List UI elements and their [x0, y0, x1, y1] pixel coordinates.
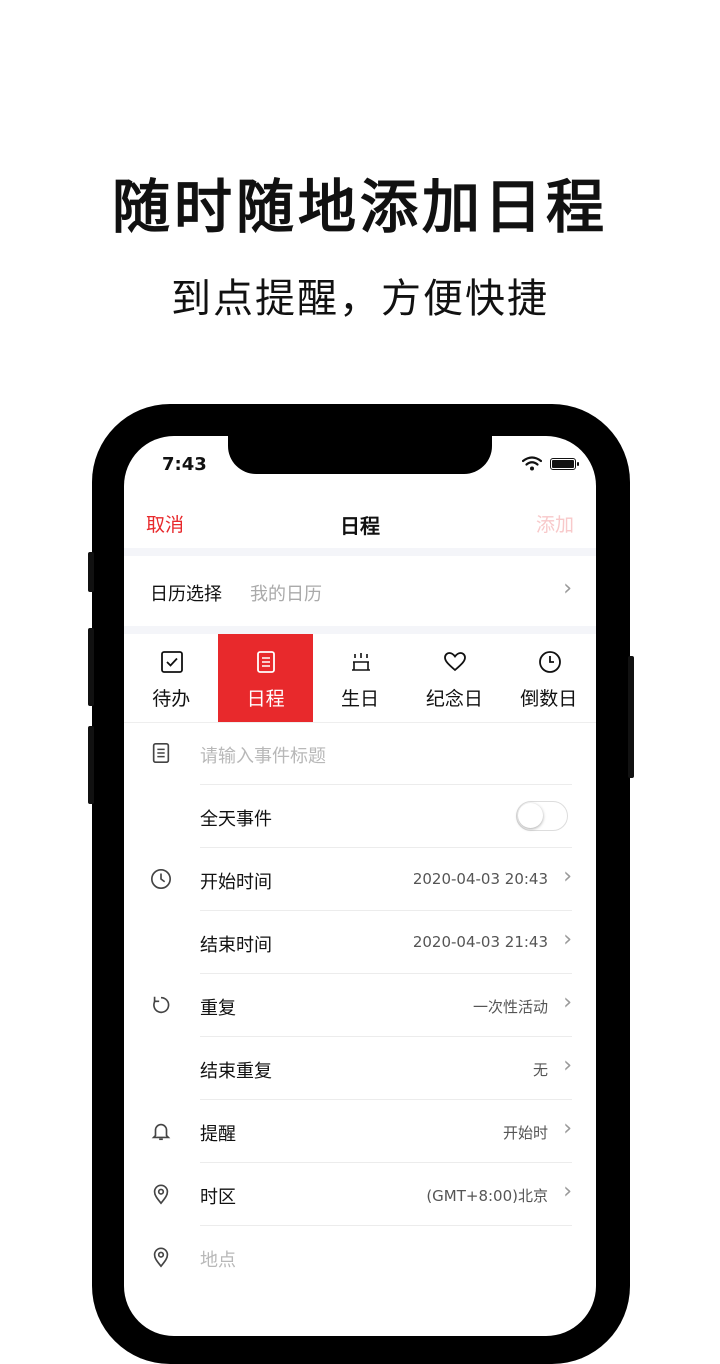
location-pin-icon: [153, 1247, 169, 1268]
event-type-tabs: 待办 日程 生日 纪念日 倒数日: [124, 634, 596, 723]
bell-icon: [151, 1123, 171, 1141]
tab-label: 日程: [246, 688, 285, 710]
end-time-label: 结束时间: [200, 935, 272, 956]
chevron-right-icon: ›: [563, 1179, 572, 1204]
tab-schedule[interactable]: 日程: [218, 634, 313, 722]
timezone-value: (GMT+8:00)北京: [426, 1187, 548, 1205]
section-gap: [124, 548, 596, 556]
phone-screen: 7:43 取消 日程 添加 日历选择 我的日历 › 待办 日程 生日 纪念日 倒…: [124, 436, 596, 1336]
repeat-row[interactable]: 重复 一次性活动 ›: [124, 974, 596, 1037]
status-icons: [522, 456, 579, 471]
tab-label: 纪念日: [425, 688, 483, 710]
repeat-end-label: 结束重复: [200, 1061, 272, 1082]
end-time-row[interactable]: 结束时间 2020-04-03 21:43 ›: [124, 911, 596, 974]
tab-todo[interactable]: 待办: [124, 634, 218, 722]
page-title: 日程: [340, 514, 380, 538]
battery-icon: [550, 457, 579, 470]
all-day-label: 全天事件: [200, 809, 272, 830]
start-time-row[interactable]: 开始时间 2020-04-03 20:43 ›: [124, 848, 596, 911]
end-time-value: 2020-04-03 21:43: [412, 933, 548, 951]
clock-icon: [538, 651, 561, 673]
status-time: 7:43: [162, 454, 207, 475]
phone-mute-switch: [88, 552, 94, 592]
tab-label: 生日: [340, 688, 379, 710]
chevron-right-icon: ›: [563, 927, 572, 952]
chevron-right-icon: ›: [563, 990, 572, 1015]
calendar-select-row[interactable]: 日历选择 我的日历 ›: [124, 556, 596, 626]
heart-icon: [444, 652, 467, 672]
clock-icon: [151, 869, 171, 889]
location-input[interactable]: 地点: [200, 1246, 236, 1272]
promo-subline: 到点提醒，方便快捷: [171, 276, 549, 322]
document-icon: [152, 743, 170, 763]
tab-label: 倒数日: [520, 688, 578, 710]
repeat-value: 一次性活动: [472, 998, 548, 1016]
start-time-label: 开始时间: [200, 872, 272, 893]
chevron-right-icon: ›: [563, 576, 572, 601]
phone-notch: [228, 436, 492, 474]
wifi-icon: [522, 456, 542, 471]
document-icon: [257, 651, 276, 673]
start-time-value: 2020-04-03 20:43: [412, 870, 548, 888]
tab-birthday[interactable]: 生日: [313, 634, 407, 722]
promo-headline: 随时随地添加日程: [111, 173, 608, 241]
all-day-toggle[interactable]: [516, 801, 568, 831]
cake-icon: [351, 653, 370, 671]
navbar: 取消 日程 添加: [124, 498, 596, 548]
phone-power-button: [628, 656, 634, 778]
section-gap: [124, 626, 596, 634]
chevron-right-icon: ›: [563, 864, 572, 889]
reminder-value: 开始时: [502, 1124, 548, 1142]
phone-volume-up: [88, 628, 94, 706]
chevron-right-icon: ›: [563, 1053, 572, 1078]
reminder-label: 提醒: [200, 1124, 236, 1145]
timezone-label: 时区: [200, 1187, 236, 1208]
title-row: 请输入事件标题: [124, 722, 596, 785]
location-pin-icon: [153, 1184, 169, 1205]
tab-anniversary[interactable]: 纪念日: [407, 634, 501, 722]
tab-label: 待办: [152, 688, 191, 710]
title-input[interactable]: 请输入事件标题: [200, 742, 326, 768]
repeat-icon: [153, 996, 170, 1014]
repeat-end-row[interactable]: 结束重复 无 ›: [124, 1037, 596, 1100]
checkbox-icon: [161, 651, 183, 673]
repeat-label: 重复: [200, 998, 236, 1019]
repeat-end-value: 无: [532, 1061, 548, 1079]
calendar-select-label: 日历选择: [150, 584, 222, 605]
reminder-row[interactable]: 提醒 开始时 ›: [124, 1100, 596, 1163]
add-button[interactable]: 添加: [536, 510, 574, 537]
chevron-right-icon: ›: [563, 1116, 572, 1141]
calendar-select-value: 我的日历: [250, 584, 322, 605]
all-day-row: 全天事件: [124, 785, 596, 848]
tab-countdown[interactable]: 倒数日: [502, 634, 596, 722]
phone-volume-down: [88, 726, 94, 804]
timezone-row[interactable]: 时区 (GMT+8:00)北京 ›: [124, 1163, 596, 1226]
